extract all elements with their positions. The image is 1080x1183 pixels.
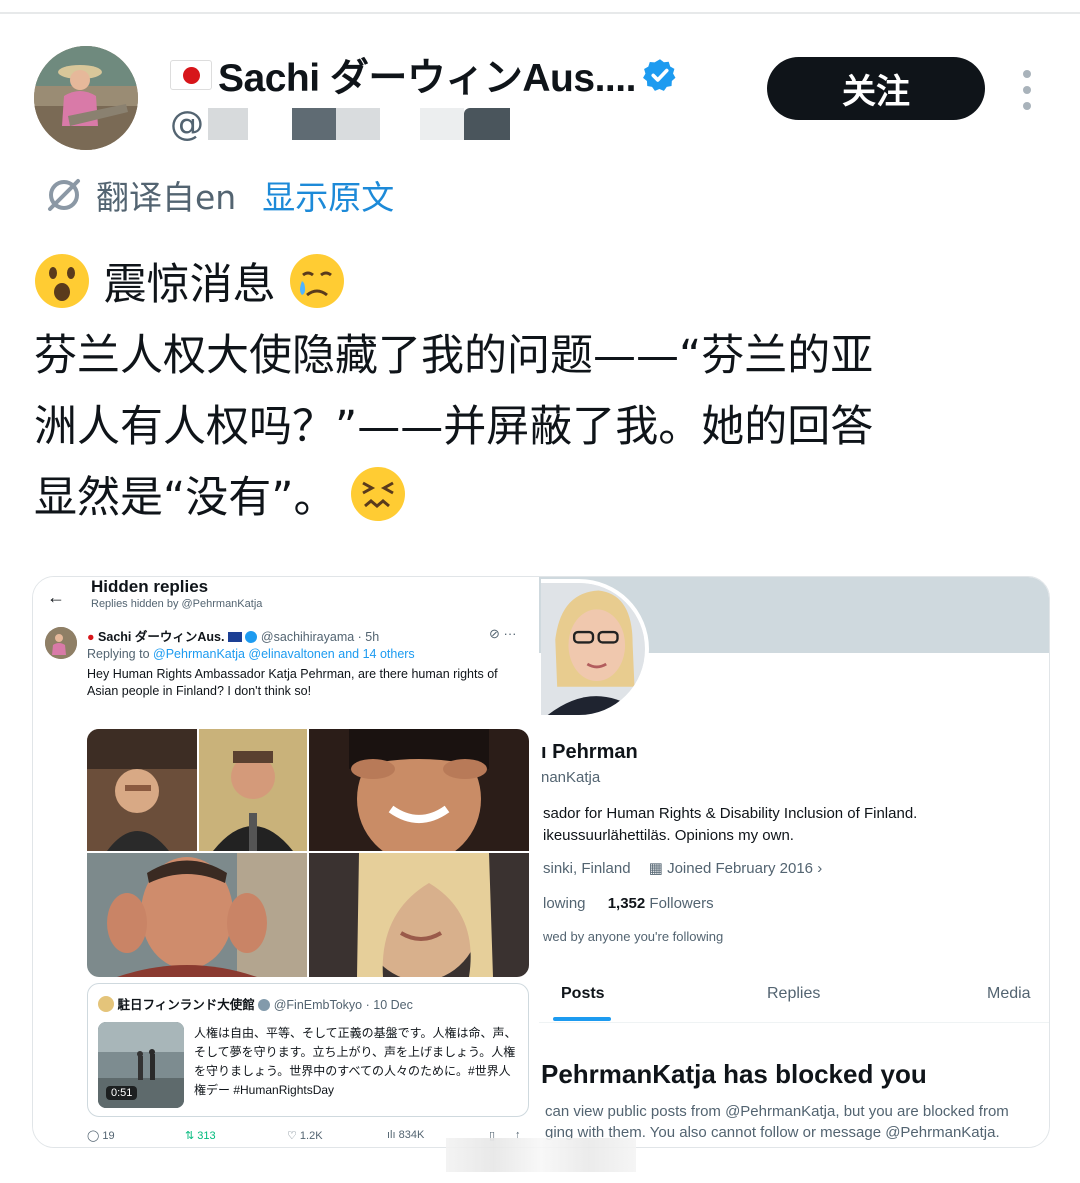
- redacted-handle: [248, 108, 292, 140]
- tweet-text: 震惊消息 芬兰人权大使隐藏了我的问题——“芬兰的亚 洲人有人权吗？”——并屏蔽了…: [34, 250, 1034, 534]
- redacted-handle: [336, 108, 380, 140]
- avatar[interactable]: [34, 46, 138, 150]
- follow-button[interactable]: 关注: [767, 57, 985, 120]
- tweet-line-3: 洲人有人权吗？”——并屏蔽了我。她的回答: [34, 402, 874, 452]
- redacted-handle: [420, 108, 464, 140]
- crying-face-emoji: [290, 254, 345, 308]
- hidden-replies-screenshot: ← Hidden replies Replies hidden by @Pehr…: [33, 577, 539, 1147]
- reply-options-icon[interactable]: ⊘ ···: [489, 626, 517, 642]
- retweet-icon[interactable]: ⇅ 313: [185, 1129, 216, 1142]
- chevron-right-icon: ›: [817, 860, 823, 877]
- handle[interactable]: @: [170, 104, 204, 144]
- views-icon[interactable]: ılı 834K: [387, 1129, 424, 1141]
- calendar-icon: ▦: [648, 860, 663, 877]
- redacted-handle: [208, 108, 248, 140]
- watermark: [446, 1138, 636, 1172]
- blocked-title: PehrmanKatja has blocked you: [541, 1059, 927, 1089]
- reply-author: Sachi ダーウィンAus.: [98, 630, 225, 644]
- profile-location: sinki, Finland: [543, 860, 631, 877]
- video-duration: 0:51: [106, 1086, 138, 1100]
- quote-header: 駐日フィンランド大使館 @FinEmbTokyo · 10 Dec: [98, 994, 413, 1013]
- tweet-headline: 震惊消息: [103, 260, 276, 310]
- tab-media[interactable]: Media: [987, 985, 1031, 1003]
- top-divider: [0, 12, 1080, 14]
- grid-photo: [309, 853, 529, 977]
- profile-bio: sador for Human Rights & Disability Incl…: [543, 805, 918, 844]
- translation-bar: 翻译自en 显示原文: [44, 172, 394, 218]
- profile-joined[interactable]: Joined February 2016: [667, 860, 813, 877]
- back-arrow-icon: ←: [47, 587, 65, 607]
- attached-image[interactable]: ← Hidden replies Replies hidden by @Pehr…: [32, 576, 1050, 1148]
- verified-badge-icon: [642, 59, 676, 91]
- like-icon[interactable]: ♡ 1.2K: [287, 1129, 323, 1142]
- profile-handle: nanKatja: [541, 769, 601, 786]
- flag-japan-icon: [170, 60, 212, 90]
- quoted-tweet[interactable]: 駐日フィンランド大使館 @FinEmbTokyo · 10 Dec 0:51 人…: [87, 983, 529, 1117]
- reply-meta: @sachihirayama · 5h: [260, 630, 380, 644]
- tab-replies[interactable]: Replies: [767, 985, 820, 1003]
- reply-header: ● Sachi ダーウィンAus. @sachihirayama · 5h: [87, 630, 380, 644]
- following-label[interactable]: lowing: [543, 895, 586, 912]
- translate-icon: [48, 179, 80, 211]
- followers-label[interactable]: Followers: [649, 895, 713, 912]
- redacted-handle: [464, 108, 510, 140]
- reply-icon[interactable]: ◯ 19: [87, 1129, 115, 1142]
- profile-screenshot: ı Pehrman nanKatja sador for Human Right…: [539, 577, 1049, 1147]
- hidden-replies-subtitle: Replies hidden by @PehrmanKatja: [91, 598, 263, 610]
- redacted-handle: [292, 108, 336, 140]
- followed-by-note: wed by anyone you're following: [543, 929, 724, 944]
- blocked-message: can view public posts from @PehrmanKatja…: [545, 1103, 1009, 1141]
- author-name-row: Sachi ダーウィンAus....: [170, 50, 678, 100]
- astonished-face-emoji: [35, 254, 89, 308]
- show-original-link[interactable]: 显示原文: [262, 171, 394, 219]
- quote-author: 駐日フィンランド大使館: [117, 998, 255, 1012]
- image-grid: [87, 729, 529, 977]
- quote-text: 人権は自由、平等、そして正義の基盤です。人権は命、声、そして夢を守ります。立ち上…: [194, 1026, 517, 1097]
- quote-meta: @FinEmbTokyo · 10 Dec: [273, 998, 413, 1012]
- hidden-replies-title: Hidden replies: [91, 577, 209, 596]
- tweet-line-4: 显然是“没有”。: [34, 473, 337, 523]
- profile-tabs: Posts Replies Media: [539, 975, 1049, 1023]
- grid-photo: [87, 853, 307, 977]
- followers-count[interactable]: 1,352: [608, 895, 646, 912]
- quote-video[interactable]: 0:51: [98, 1022, 184, 1108]
- handle-row: @: [170, 104, 510, 144]
- tab-posts[interactable]: Posts: [561, 985, 605, 1003]
- more-icon[interactable]: [1018, 70, 1036, 110]
- reply-avatar: [45, 627, 77, 659]
- confounded-face-emoji: [351, 467, 406, 521]
- grid-photo: [199, 729, 307, 851]
- active-tab-indicator: [553, 1017, 611, 1021]
- grid-photo: [309, 729, 529, 851]
- profile-meta: sinki, Finland ▦ Joined February 2016 ›: [543, 859, 822, 877]
- tweet-line-2: 芬兰人权大使隐藏了我的问题——“芬兰的亚: [34, 331, 874, 381]
- translated-from-label: 翻译自en: [96, 178, 237, 217]
- profile-follow-counts: lowing 1,352 Followers: [543, 895, 714, 912]
- profile-name: ı Pehrman: [541, 741, 638, 763]
- grid-photo: [87, 729, 197, 851]
- replying-mentions[interactable]: @PehrmanKatja @elinavaltonen and 14 othe…: [153, 647, 415, 661]
- replying-to: Replying to @PehrmanKatja @elinavaltonen…: [87, 647, 415, 661]
- reply-body: Hey Human Rights Ambassador Katja Pehrma…: [87, 667, 498, 698]
- display-name[interactable]: Sachi ダーウィンAus....: [218, 47, 636, 103]
- redacted-handle: [380, 108, 420, 140]
